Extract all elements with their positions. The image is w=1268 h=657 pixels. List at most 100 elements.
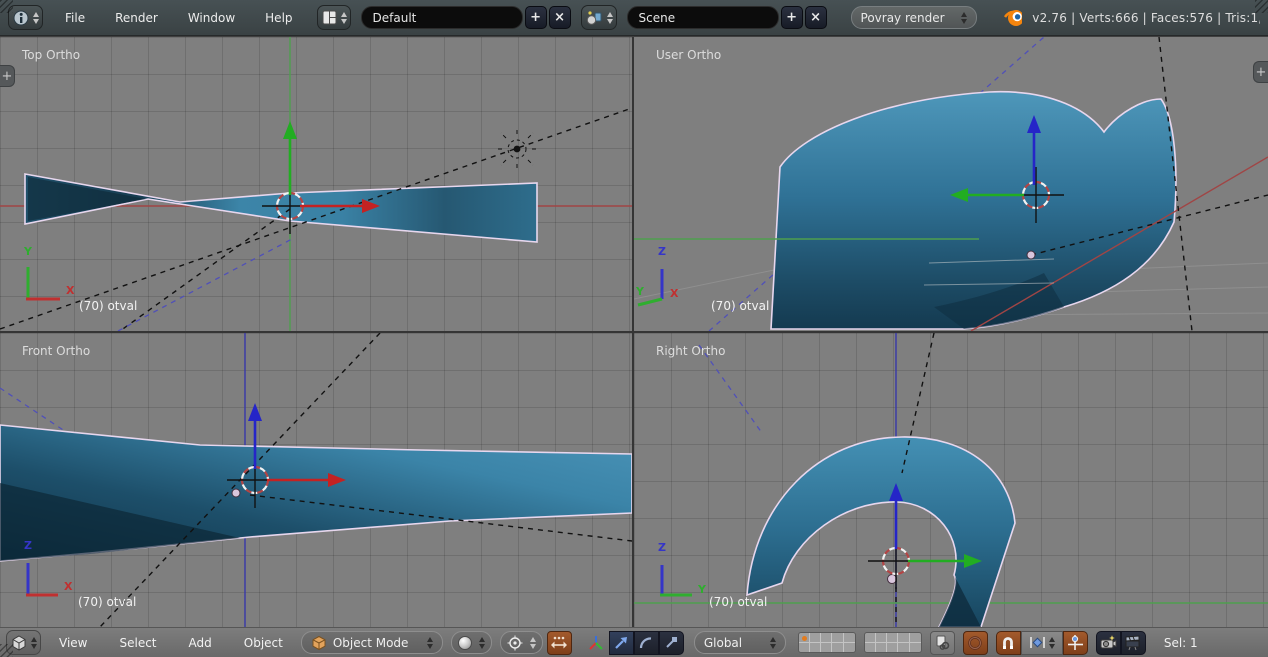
- constraint-line: [699, 345, 762, 433]
- translate-manipulator-button[interactable]: [609, 631, 634, 655]
- dropdown-arrows-icon: [479, 637, 485, 649]
- menu-select[interactable]: Select: [113, 632, 162, 654]
- object-name-label: (70) otval: [711, 299, 769, 313]
- relationship-lines: [0, 108, 632, 331]
- viewport-shading-select[interactable]: [451, 631, 492, 654]
- dropdown-arrows-icon: [607, 12, 613, 24]
- object-name-label: (70) otval: [78, 595, 136, 609]
- proportional-edit-select[interactable]: [963, 631, 988, 655]
- axis-letter-x: X: [66, 284, 74, 297]
- dropdown-arrows-icon: [1049, 637, 1055, 649]
- shading-sphere-icon: [458, 636, 472, 650]
- cursor-3d: [868, 533, 924, 589]
- viewport-front-ortho[interactable]: Z X Front Ortho (70) otval: [0, 333, 632, 627]
- axis-letter-x: X: [670, 287, 678, 300]
- screen-layout-button[interactable]: [317, 5, 351, 30]
- menu-view[interactable]: View: [53, 632, 93, 654]
- axis-letter-x: X: [64, 580, 72, 593]
- layout-icon: [321, 9, 338, 26]
- area-corner-grip[interactable]: [1255, 0, 1268, 13]
- magnet-icon: [1000, 635, 1016, 651]
- layers-widget-right[interactable]: [864, 632, 922, 653]
- proportional-circle-icon: [967, 635, 983, 651]
- editor-type-button-info[interactable]: [8, 5, 43, 30]
- mini-axis-gizmo: [660, 565, 692, 595]
- cursor-3d: [227, 452, 283, 508]
- lock-to-scene-toggle[interactable]: [930, 631, 955, 655]
- opengl-render-animation-button[interactable]: [1121, 631, 1146, 655]
- layout-name-field[interactable]: Default: [361, 6, 523, 29]
- menu-object[interactable]: Object: [238, 632, 289, 654]
- blender-window: File Render Window Help Default + ×: [0, 0, 1268, 657]
- constraint-line: [0, 388, 170, 501]
- pivot-point-select[interactable]: [500, 631, 543, 654]
- scene-name-field[interactable]: Scene: [627, 6, 779, 29]
- front-ortho-canvas: [0, 333, 632, 627]
- object-name-label: (70) otval: [79, 299, 137, 313]
- menu-render[interactable]: Render: [109, 7, 164, 29]
- region-expand-button[interactable]: +: [0, 65, 15, 87]
- viewport-top-ortho[interactable]: Y X Top Ortho (70) otval +: [0, 37, 632, 331]
- area-corner-grip[interactable]: [0, 644, 13, 657]
- menu-add[interactable]: Add: [183, 632, 218, 654]
- menu-file[interactable]: File: [59, 7, 91, 29]
- translate-manipulator[interactable]: [248, 403, 346, 487]
- info-icon: [12, 9, 30, 27]
- add-layout-button[interactable]: +: [525, 6, 547, 29]
- axis-letter-z: Z: [658, 541, 666, 554]
- clapperboard-icon: [1124, 634, 1142, 651]
- axis-letter-y: Y: [24, 245, 32, 258]
- axis-letter-z: Z: [658, 245, 666, 258]
- dropdown-arrows-icon: [770, 637, 776, 649]
- area-corner-grip[interactable]: [0, 0, 13, 13]
- region-expand-button[interactable]: +: [1253, 61, 1268, 83]
- render-engine-select[interactable]: Povray render: [851, 6, 977, 29]
- snap-toggle[interactable]: [996, 631, 1021, 655]
- add-scene-button[interactable]: +: [781, 6, 803, 29]
- quad-view-area: Y X Top Ortho (70) otval +: [0, 37, 1268, 627]
- manipulator-toggle-button[interactable]: [584, 631, 609, 655]
- object-name-label: (70) otval: [709, 595, 767, 609]
- manipulate-center-points-toggle[interactable]: [547, 631, 572, 655]
- scene-browse-button[interactable]: [581, 5, 617, 30]
- axis-letter-y: Y: [698, 583, 706, 596]
- mesh-object: [0, 425, 632, 561]
- relationship-lines: [100, 333, 632, 627]
- blender-logo-icon: [1003, 8, 1023, 28]
- menu-window[interactable]: Window: [182, 7, 241, 29]
- camera-icon: [1099, 634, 1117, 651]
- top-ortho-canvas: [0, 37, 632, 331]
- dropdown-arrows-icon: [31, 637, 37, 649]
- snap-target-icon: [1067, 634, 1084, 651]
- translate-manipulator[interactable]: [283, 121, 380, 213]
- rotate-manipulator-button[interactable]: [634, 631, 659, 655]
- mini-axis-gizmo: [26, 267, 60, 299]
- dropdown-arrows-icon: [33, 12, 39, 24]
- snap-target-button[interactable]: [1063, 631, 1088, 655]
- pivot-icon: [507, 635, 523, 651]
- dropdown-arrows-icon: [341, 12, 347, 24]
- close-scene-button[interactable]: ×: [805, 6, 827, 29]
- translate-manipulator[interactable]: [889, 483, 982, 568]
- viewport-name-label: Front Ortho: [22, 344, 90, 358]
- constraint-line: [709, 37, 1044, 331]
- viewport-header: View Select Add Object Object Mode: [0, 627, 1268, 657]
- scale-manipulator-button[interactable]: [659, 631, 684, 655]
- interaction-mode-select[interactable]: Object Mode: [301, 631, 443, 654]
- viewport-right-ortho[interactable]: Z Y Right Ortho (70) otval: [634, 333, 1268, 627]
- dropdown-arrows-icon: [961, 12, 967, 24]
- viewport-user-ortho[interactable]: Z Y X User Ortho (70) otval +: [634, 37, 1268, 331]
- transform-orientation-select[interactable]: Global: [694, 631, 786, 654]
- axis-letter-y: Y: [636, 285, 644, 298]
- opengl-render-image-button[interactable]: [1096, 631, 1121, 655]
- rotate-arc-icon: [638, 635, 654, 651]
- cursor-3d: [262, 178, 318, 234]
- selection-count-status: Sel: 1: [1164, 636, 1198, 650]
- layers-widget-left[interactable]: [798, 632, 856, 653]
- user-ortho-canvas: [634, 37, 1268, 331]
- menu-help[interactable]: Help: [259, 7, 298, 29]
- close-layout-button[interactable]: ×: [549, 6, 571, 29]
- translate-manipulator[interactable]: [950, 115, 1041, 202]
- scale-icon: [663, 635, 679, 651]
- snap-element-select[interactable]: [1021, 631, 1063, 655]
